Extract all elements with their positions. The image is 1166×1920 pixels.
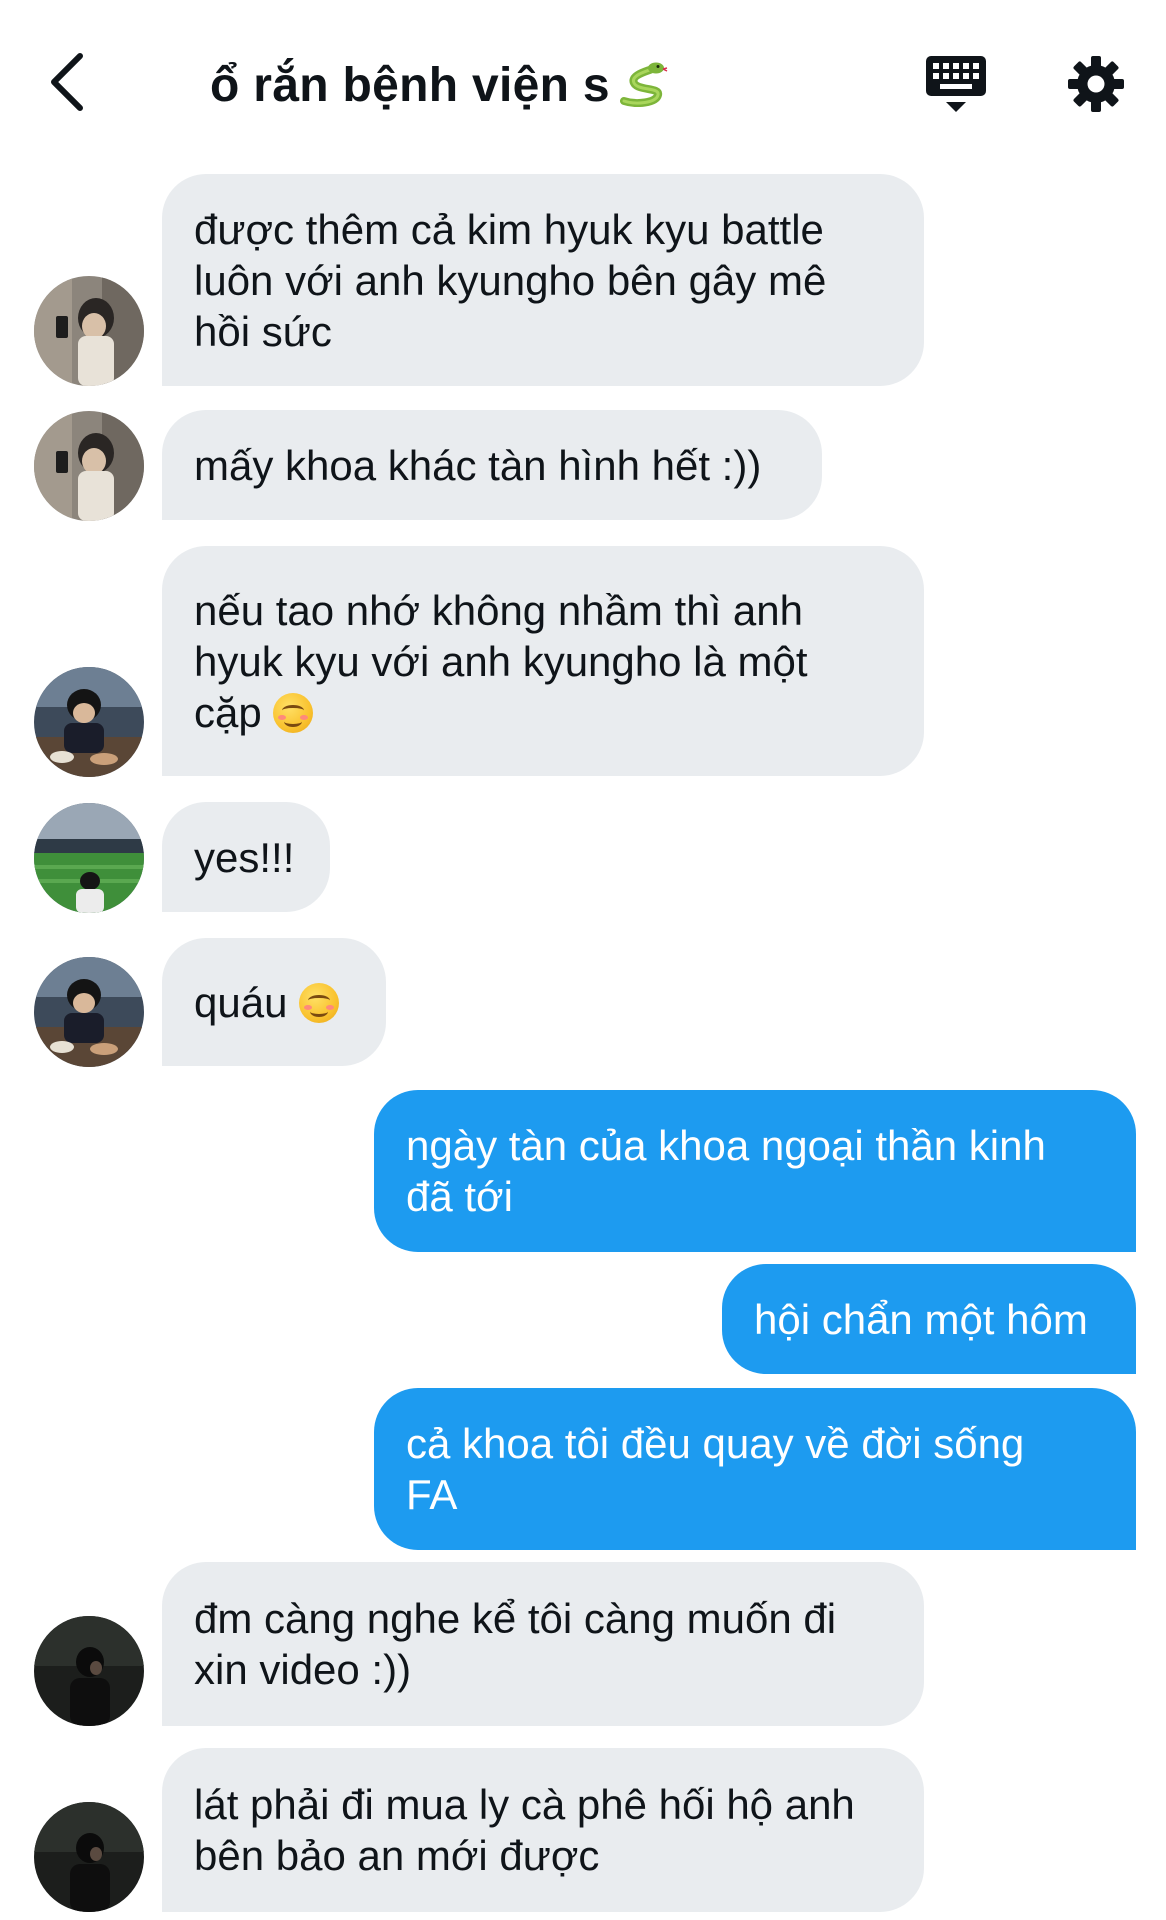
- conversation-title-text: ổ rắn bệnh viện s: [210, 59, 610, 112]
- avatar[interactable]: [34, 276, 144, 386]
- message-text: lát phải đi mua ly cà phê hối hộ anh bên…: [194, 1781, 855, 1879]
- message-text: hội chẩn một hôm: [754, 1295, 1088, 1343]
- avatar[interactable]: [34, 1616, 144, 1726]
- keyboard-icon: [926, 56, 986, 112]
- message-bubble-incoming[interactable]: được thêm cả kim hyuk kyu battle luôn vớ…: [162, 174, 924, 386]
- message-bubble-incoming[interactable]: quáu: [162, 938, 386, 1066]
- chevron-left-icon: [51, 53, 83, 111]
- message-text: đm càng nghe kể tôi càng muốn đi xin vid…: [194, 1595, 837, 1693]
- message-text: cả khoa tôi đều quay về đời sống FA: [406, 1420, 1025, 1518]
- avatar[interactable]: [34, 957, 144, 1067]
- keyboard-button[interactable]: [920, 50, 992, 122]
- message-bubble-incoming[interactable]: mấy khoa khác tàn hình hết :)): [162, 410, 822, 520]
- avatar[interactable]: [34, 803, 144, 913]
- message-bubble-incoming[interactable]: nếu tao nhớ không nhầm thì anh hyuk kyu …: [162, 546, 924, 776]
- message-bubble-outgoing[interactable]: ngày tàn của khoa ngoại thần kinh đã tới: [374, 1090, 1136, 1252]
- back-button[interactable]: [34, 46, 98, 118]
- message-text: mấy khoa khác tàn hình hết :)): [194, 441, 762, 489]
- avatar[interactable]: [34, 1802, 144, 1912]
- smiling-face-icon: [273, 692, 314, 733]
- message-bubble-incoming[interactable]: đm càng nghe kể tôi càng muốn đi xin vid…: [162, 1562, 924, 1726]
- avatar[interactable]: [34, 411, 144, 521]
- settings-button[interactable]: [1060, 48, 1132, 120]
- conversation-header: ổ rắn bệnh viện s: [0, 0, 1166, 170]
- snake-icon: [618, 61, 668, 122]
- conversation-title[interactable]: ổ rắn bệnh viện s: [210, 56, 668, 116]
- smiling-face-icon: [299, 982, 340, 1023]
- gear-icon: [1068, 56, 1124, 112]
- message-text: được thêm cả kim hyuk kyu battle luôn vớ…: [194, 205, 827, 355]
- message-bubble-outgoing[interactable]: hội chẩn một hôm: [722, 1264, 1136, 1374]
- message-bubble-incoming[interactable]: yes!!!: [162, 802, 330, 912]
- message-text: ngày tàn của khoa ngoại thần kinh đã tới: [406, 1122, 1046, 1220]
- avatar[interactable]: [34, 667, 144, 777]
- message-text: yes!!!: [194, 833, 295, 881]
- message-bubble-outgoing[interactable]: cả khoa tôi đều quay về đời sống FA: [374, 1388, 1136, 1550]
- message-bubble-incoming[interactable]: lát phải đi mua ly cà phê hối hộ anh bên…: [162, 1748, 924, 1912]
- message-text: quáu: [194, 978, 300, 1026]
